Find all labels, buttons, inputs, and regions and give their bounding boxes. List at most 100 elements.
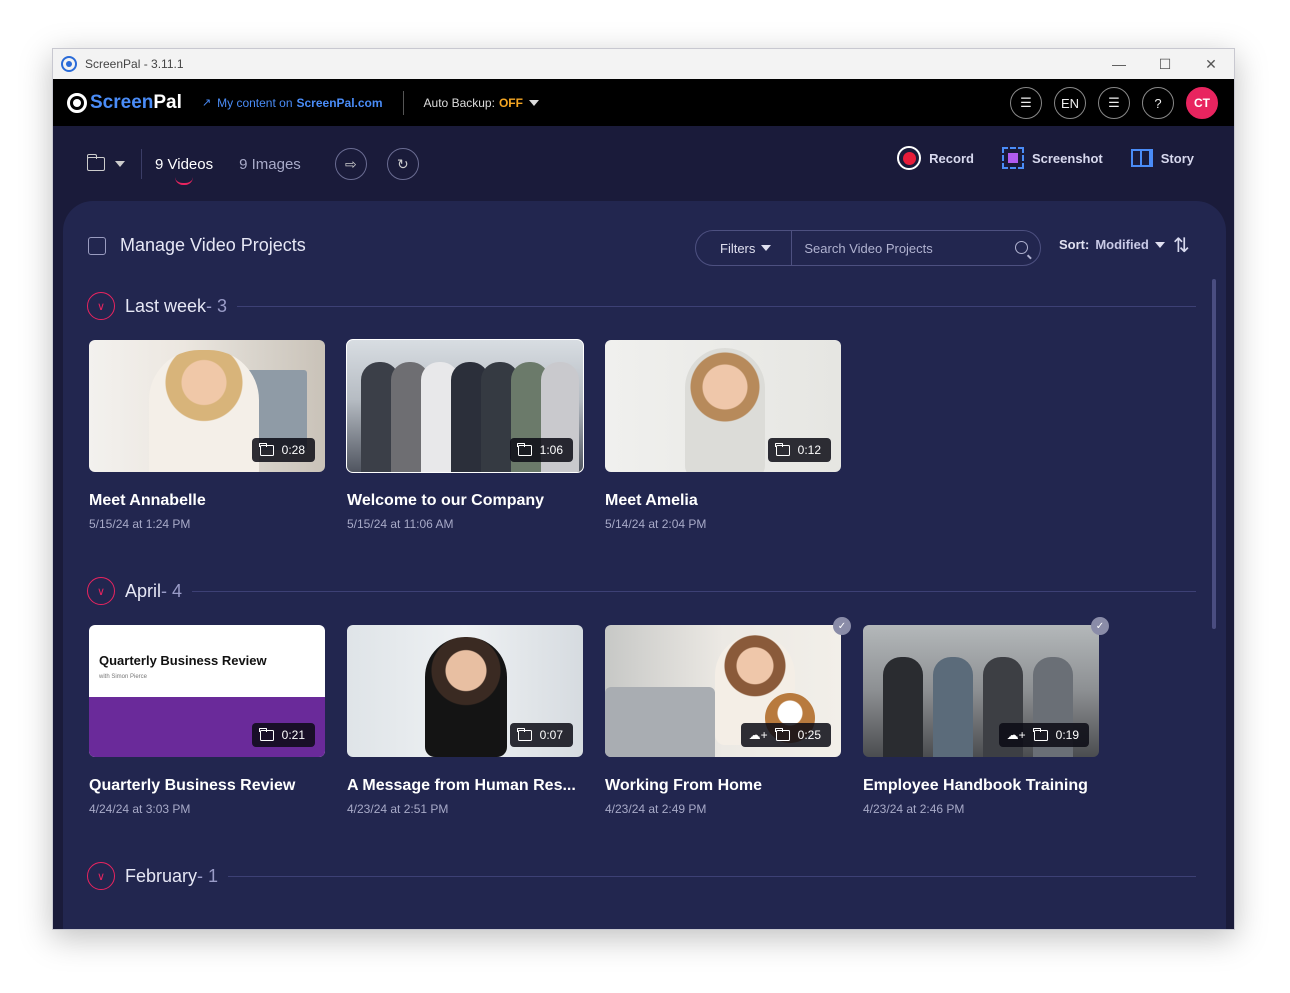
video-date: 4/23/24 at 2:49 PM	[605, 802, 707, 816]
screenshot-button[interactable]: Screenshot	[1001, 147, 1103, 169]
section-february: ∨ February - 1	[87, 862, 1196, 890]
sort-value: Modified	[1095, 237, 1149, 252]
scrollbar[interactable]	[1212, 279, 1216, 629]
tab-videos[interactable]: 9 Videos	[155, 156, 213, 185]
duration-badge: ☁+ 0:25	[740, 723, 831, 747]
collapse-toggle[interactable]: ∨	[87, 577, 115, 605]
video-card[interactable]: 0:12 Meet Amelia 5/14/24 at 2:04 PM	[605, 340, 841, 531]
video-card[interactable]: ☁+ 0:25 ✓ Working From Home 4/23/24 at 2:…	[605, 617, 851, 816]
folder-dropdown[interactable]	[86, 154, 125, 171]
chevron-down-icon: ∨	[96, 870, 106, 883]
capture-actions: Record Screenshot Story	[897, 146, 1194, 170]
help-button[interactable]: ?	[1142, 87, 1174, 119]
logo-screen-text: Screen	[90, 91, 154, 113]
menu-button[interactable]: ☰	[1010, 87, 1042, 119]
close-button[interactable]: ✕	[1188, 49, 1234, 79]
video-card[interactable]: ☁+ 0:19 ✓ Employee Handbook Training 4/23…	[863, 617, 1109, 816]
section-title: April	[125, 580, 162, 601]
video-thumbnail[interactable]: 0:28	[89, 340, 325, 472]
help-icon: ?	[1154, 95, 1162, 111]
screenshot-label: Screenshot	[1031, 150, 1103, 166]
auto-backup-label: Auto Backup:	[423, 95, 495, 110]
video-thumbnail[interactable]: ☁+ 0:25 ✓	[605, 617, 851, 757]
filters-dropdown[interactable]: Filters	[696, 231, 793, 265]
video-thumbnail[interactable]: 1:06	[346, 339, 584, 473]
video-title: Quarterly Business Review	[89, 777, 296, 794]
maximize-button[interactable]: ☐	[1142, 49, 1188, 79]
duration-badge: 0:28	[251, 438, 315, 462]
my-content-link[interactable]: ↗ My content on ScreenPal.com	[202, 96, 383, 110]
video-card[interactable]: 1:06 Welcome to our Company 5/15/24 at 1…	[346, 339, 584, 531]
minimize-button[interactable]: —	[1096, 49, 1142, 79]
filters-label: Filters	[720, 240, 756, 256]
import-button[interactable]: ⇨	[334, 148, 367, 180]
collapse-toggle[interactable]: ∨	[87, 862, 115, 890]
auto-backup-value: OFF	[498, 95, 523, 110]
folder-icon	[1033, 727, 1048, 741]
layers-button[interactable]: ☰	[1098, 87, 1130, 119]
manage-projects: Manage Video Projects	[88, 235, 306, 256]
chevron-down-icon: ∨	[96, 300, 106, 313]
refresh-button[interactable]: ↻	[386, 148, 419, 180]
content-toolbar: 9 Videos 9 Images ⇨ ↻ Record Screenshot …	[53, 126, 1234, 202]
collapse-toggle[interactable]: ∨	[87, 292, 115, 320]
checkmark-icon: ✓	[1091, 617, 1109, 635]
duration-text: 1:06	[539, 443, 563, 457]
video-card[interactable]: Quarterly Business Review with Simon Pie…	[89, 625, 325, 816]
screenpal-app-icon	[61, 56, 77, 72]
search-icon[interactable]	[1015, 241, 1028, 254]
video-date: 5/15/24 at 1:24 PM	[89, 517, 191, 531]
duration-badge: 0:21	[251, 723, 315, 747]
section-april: ∨ April - 4	[87, 577, 1196, 605]
manage-label: Manage Video Projects	[120, 235, 306, 255]
thumbnail-laptop	[605, 687, 715, 757]
story-icon	[1130, 149, 1153, 167]
refresh-icon: ↻	[396, 155, 409, 172]
search-input[interactable]	[804, 240, 1005, 256]
duration-badge: 0:12	[767, 438, 831, 462]
video-card[interactable]: 0:07 A Message from Human Res... 4/23/24…	[347, 625, 583, 816]
record-button[interactable]: Record	[897, 146, 974, 170]
video-thumbnail[interactable]: Quarterly Business Review with Simon Pie…	[89, 625, 325, 757]
chevron-down-icon: ∨	[96, 585, 106, 598]
video-title: A Message from Human Res...	[347, 777, 576, 794]
toolbar-divider	[141, 149, 142, 179]
duration-text: 0:12	[797, 443, 821, 457]
duration-badge: ☁+ 0:19	[998, 723, 1089, 747]
video-date: 4/23/24 at 2:46 PM	[863, 802, 965, 816]
folder-icon	[775, 727, 790, 741]
video-projects-panel: Manage Video Projects Filters Sort: Modi…	[63, 201, 1226, 929]
select-all-checkbox[interactable]	[88, 236, 106, 255]
screenshot-icon	[1001, 147, 1024, 169]
story-button[interactable]: Story	[1130, 149, 1194, 167]
screenpal-logo[interactable]: Screen Pal	[67, 92, 182, 114]
user-avatar[interactable]: CT	[1186, 87, 1218, 119]
chevron-down-icon	[761, 245, 772, 251]
sort-direction-button[interactable]: ⇅	[1173, 233, 1190, 258]
tab-images[interactable]: 9 Images	[239, 156, 301, 173]
video-card[interactable]: 0:28 Meet Annabelle 5/15/24 at 1:24 PM	[89, 340, 325, 531]
duration-text: 0:19	[1055, 728, 1079, 742]
auto-backup-dropdown[interactable]: Auto Backup: OFF	[424, 96, 539, 110]
video-thumbnail[interactable]: 0:12	[605, 340, 841, 472]
video-title: Meet Annabelle	[89, 492, 206, 509]
checkmark-icon: ✓	[833, 617, 851, 635]
video-title: Welcome to our Company	[347, 492, 545, 509]
section-title: February	[125, 865, 198, 886]
video-title: Working From Home	[605, 777, 763, 794]
duration-text: 0:28	[281, 443, 305, 457]
chevron-down-icon	[115, 161, 125, 167]
video-date: 5/15/24 at 11:06 AM	[347, 517, 454, 531]
section-title: Last week	[125, 295, 207, 316]
language-button[interactable]: EN	[1054, 87, 1086, 119]
my-content-site: ScreenPal.com	[296, 95, 383, 110]
sort-dropdown[interactable]: Sort: Modified	[1059, 237, 1165, 252]
top-bar: Screen Pal ↗ My content on ScreenPal.com …	[53, 79, 1234, 126]
thumbnail-title: Quarterly Business Review	[99, 653, 267, 668]
video-thumbnail[interactable]: ☁+ 0:19 ✓	[863, 617, 1109, 757]
video-title: Meet Amelia	[605, 492, 698, 509]
duration-text: 0:21	[281, 728, 305, 742]
video-thumbnail[interactable]: 0:07	[347, 625, 583, 757]
chevron-down-icon	[528, 99, 539, 106]
my-content-prefix: My content on	[217, 95, 293, 110]
